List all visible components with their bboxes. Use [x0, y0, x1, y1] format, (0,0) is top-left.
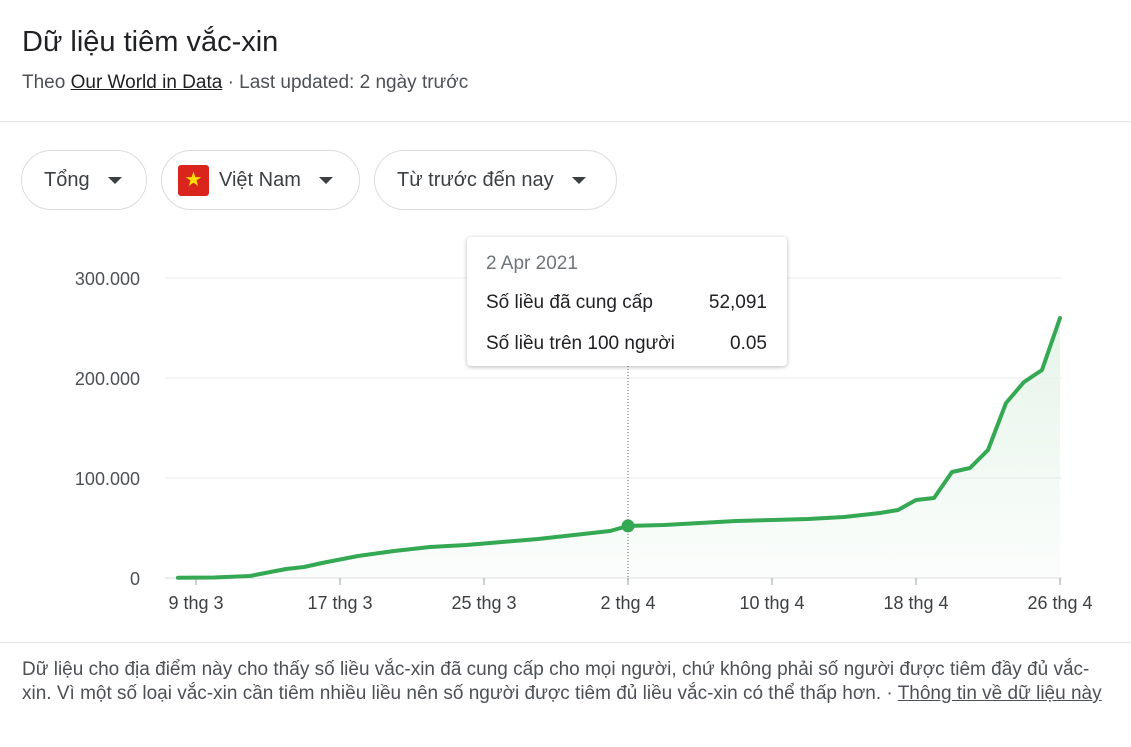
x-tick-label: 25 thg 3 [451, 593, 516, 613]
chart-tooltip: 2 Apr 2021 Số liều đã cung cấp 52,091 Số… [467, 237, 787, 366]
tooltip-date: 2 Apr 2021 [486, 253, 578, 274]
footer-divider [0, 642, 1131, 643]
y-tick-label: 200.000 [75, 369, 140, 389]
x-tick-label: 9 thg 3 [168, 593, 223, 613]
tooltip-per100-value: 0.05 [730, 333, 767, 354]
tooltip-doses-value: 52,091 [708, 292, 767, 313]
country-label: Việt Nam [219, 168, 301, 191]
footnote: Dữ liệu cho địa điểm này cho thấy số liề… [22, 658, 1112, 706]
tooltip-row-per100: Số liều trên 100 người 0.05 [486, 333, 767, 355]
x-tick-label: 17 thg 3 [307, 593, 372, 613]
tooltip-row-doses: Số liều đã cung cấp 52,091 [486, 292, 767, 314]
y-tick-label: 300.000 [75, 269, 140, 289]
source-line: Theo Our World in Data · Last updated: 2… [22, 72, 468, 94]
source-prefix: Theo [22, 72, 66, 93]
page-title: Dữ liệu tiêm vắc-xin [22, 26, 279, 58]
metric-dropdown[interactable]: Tổng [21, 150, 147, 210]
y-tick-label: 100.000 [75, 469, 140, 489]
metric-label: Tổng [44, 168, 90, 191]
x-tick-label: 26 thg 4 [1027, 593, 1092, 613]
x-tick-label: 10 thg 4 [739, 593, 804, 613]
range-dropdown[interactable]: Từ trước đến nay [374, 150, 617, 210]
header-divider [0, 121, 1131, 122]
country-dropdown[interactable]: ★ Việt Nam [161, 150, 360, 210]
chevron-down-icon [107, 176, 122, 184]
y-tick-label: 0 [130, 569, 140, 589]
chevron-down-icon [571, 176, 586, 184]
x-tick-label: 18 thg 4 [883, 593, 948, 613]
highlight-point [621, 519, 635, 533]
footnote-separator: · [881, 683, 898, 704]
last-updated: · Last updated: 2 ngày trước [227, 72, 469, 93]
tooltip-per100-label: Số liều trên 100 người [486, 333, 675, 354]
vietnam-flag-icon: ★ [178, 164, 209, 196]
source-link[interactable]: Our World in Data [71, 72, 223, 93]
tooltip-doses-label: Số liều đã cung cấp [486, 292, 653, 313]
data-info-link[interactable]: Thông tin về dữ liệu này [898, 683, 1102, 704]
x-tick-label: 2 thg 4 [600, 593, 655, 613]
chevron-down-icon [318, 176, 333, 184]
range-label: Từ trước đến nay [397, 168, 554, 191]
